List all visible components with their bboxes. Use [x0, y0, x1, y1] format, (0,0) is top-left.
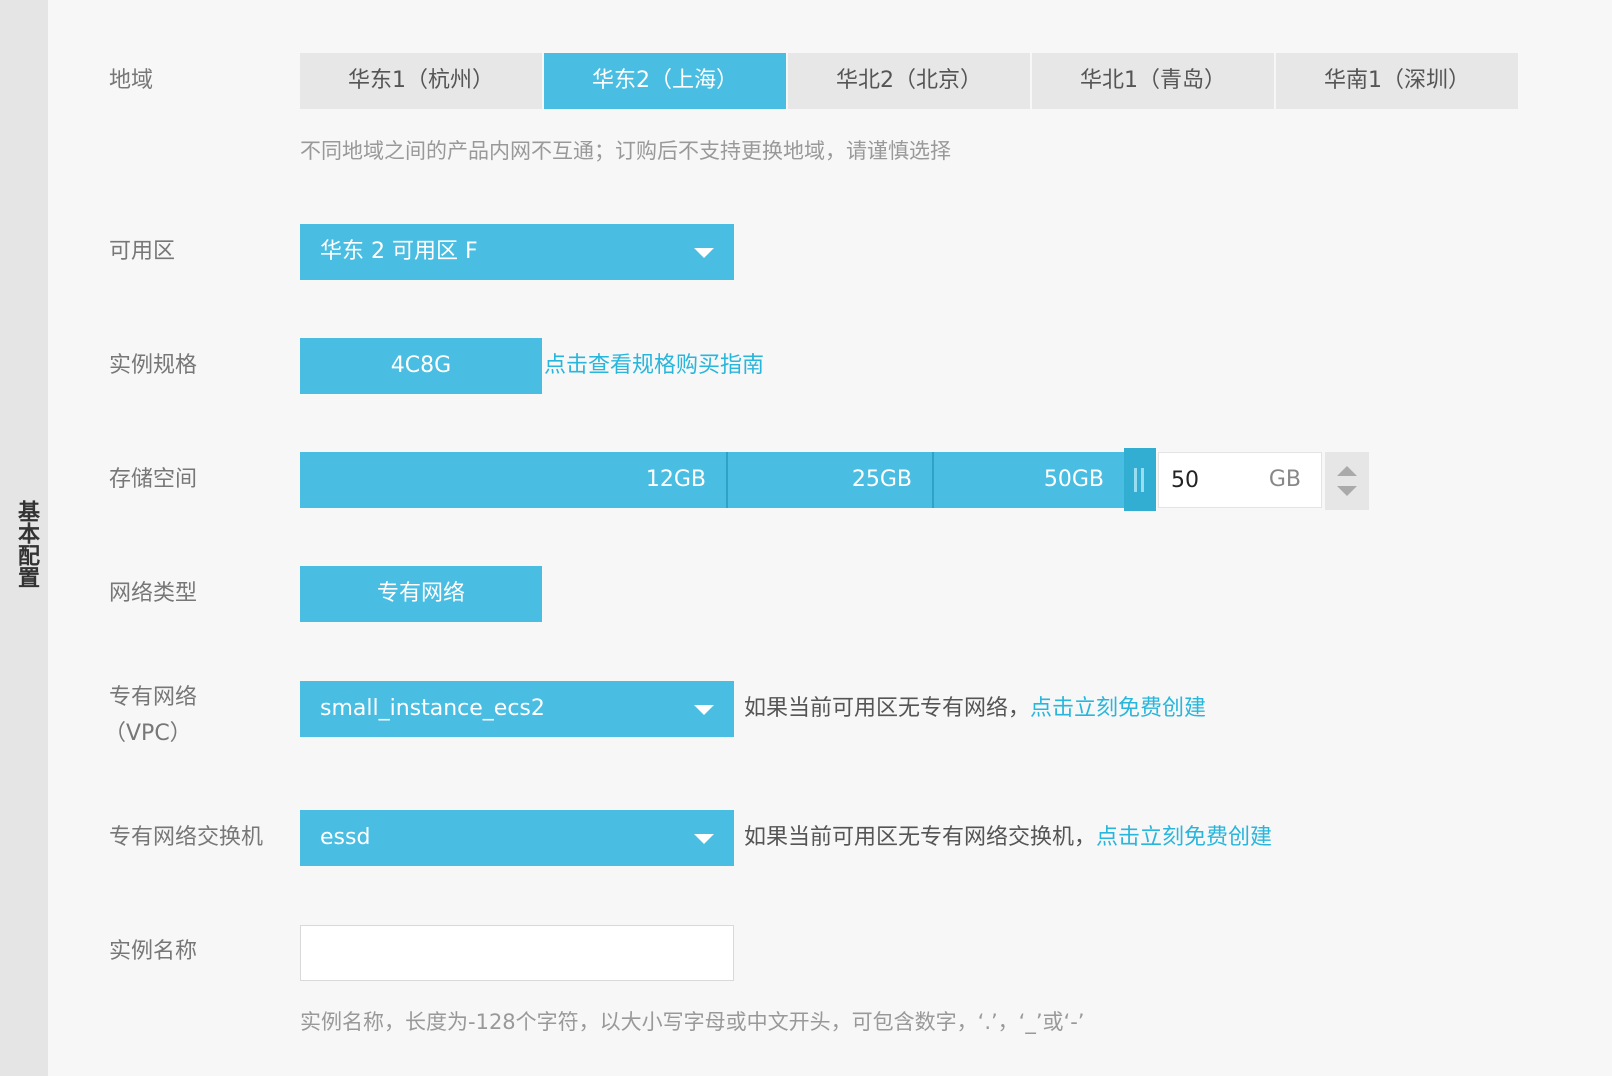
network-type-option-vpc[interactable]: 专有网络	[300, 566, 542, 622]
region-label: 地域	[109, 68, 154, 93]
section-title: 基本配置	[14, 500, 39, 588]
storage-slider[interactable]: 12GB 25GB 50GB	[300, 452, 1156, 508]
region-tab-qingdao[interactable]: 华北1（青岛）	[1032, 53, 1274, 109]
vswitch-help-text: 如果当前可用区无专有网络交换机，	[744, 825, 1097, 850]
storage-unit: GB	[1268, 467, 1301, 492]
grip-icon	[1134, 468, 1137, 492]
vpc-label-line1: 专有网络	[109, 685, 198, 710]
arrow-down-icon[interactable]	[1337, 486, 1357, 496]
instance-name-label: 实例名称	[109, 939, 198, 964]
storage-number-box: GB	[1158, 452, 1322, 508]
zone-select-value: 华东 2 可用区 F	[320, 239, 478, 264]
spec-label: 实例规格	[109, 353, 198, 378]
vpc-help-text: 如果当前可用区无专有网络，	[744, 696, 1031, 721]
caret-down-icon	[694, 834, 714, 844]
slider-handle[interactable]	[1124, 448, 1156, 511]
region-note: 不同地域之间的产品内网不互通；订购后不支持更换地域，请谨慎选择	[300, 139, 951, 163]
vswitch-select[interactable]: essd	[300, 810, 734, 866]
vpc-create-link[interactable]: 点击立刻免费创建	[1030, 696, 1206, 721]
arrow-up-icon[interactable]	[1337, 466, 1357, 476]
storage-stepper	[1325, 452, 1369, 510]
caret-down-icon	[694, 705, 714, 715]
vpc-select-value: small_instance_ecs2	[320, 696, 545, 721]
instance-name-note: 实例名称，长度为-128个字符，以大小写字母或中文开头，可包含数字，‘.’，‘_…	[300, 1010, 1085, 1034]
zone-select[interactable]: 华东 2 可用区 F	[300, 224, 734, 280]
vswitch-label: 专有网络交换机	[109, 825, 264, 850]
side-rail: 基本配置	[0, 0, 48, 1076]
instance-name-input[interactable]	[300, 925, 734, 981]
grip-icon	[1141, 468, 1144, 492]
zone-label: 可用区	[109, 239, 176, 264]
region-tab-hangzhou[interactable]: 华东1（杭州）	[300, 53, 542, 109]
storage-input[interactable]	[1171, 453, 1241, 507]
vpc-select[interactable]: small_instance_ecs2	[300, 681, 734, 737]
storage-tick-50gb: 50GB	[1043, 467, 1104, 492]
vpc-label-line2: （VPC）	[104, 721, 192, 746]
storage-tick-25gb: 25GB	[728, 452, 934, 508]
storage-label: 存储空间	[109, 467, 198, 492]
caret-down-icon	[694, 248, 714, 258]
vswitch-create-link[interactable]: 点击立刻免费创建	[1096, 825, 1272, 850]
network-type-label: 网络类型	[109, 581, 198, 606]
region-tab-shenzhen[interactable]: 华南1（深圳）	[1276, 53, 1518, 109]
region-tab-shanghai[interactable]: 华东2（上海）	[544, 53, 786, 109]
storage-tick-12gb: 12GB	[300, 452, 728, 508]
spec-option-4c8g[interactable]: 4C8G	[300, 338, 542, 394]
spec-guide-link[interactable]: 点击查看规格购买指南	[544, 353, 764, 378]
region-tabs: 华东1（杭州） 华东2（上海） 华北2（北京） 华北1（青岛） 华南1（深圳）	[300, 53, 1520, 109]
vswitch-select-value: essd	[320, 825, 371, 850]
region-tab-beijing[interactable]: 华北2（北京）	[788, 53, 1030, 109]
